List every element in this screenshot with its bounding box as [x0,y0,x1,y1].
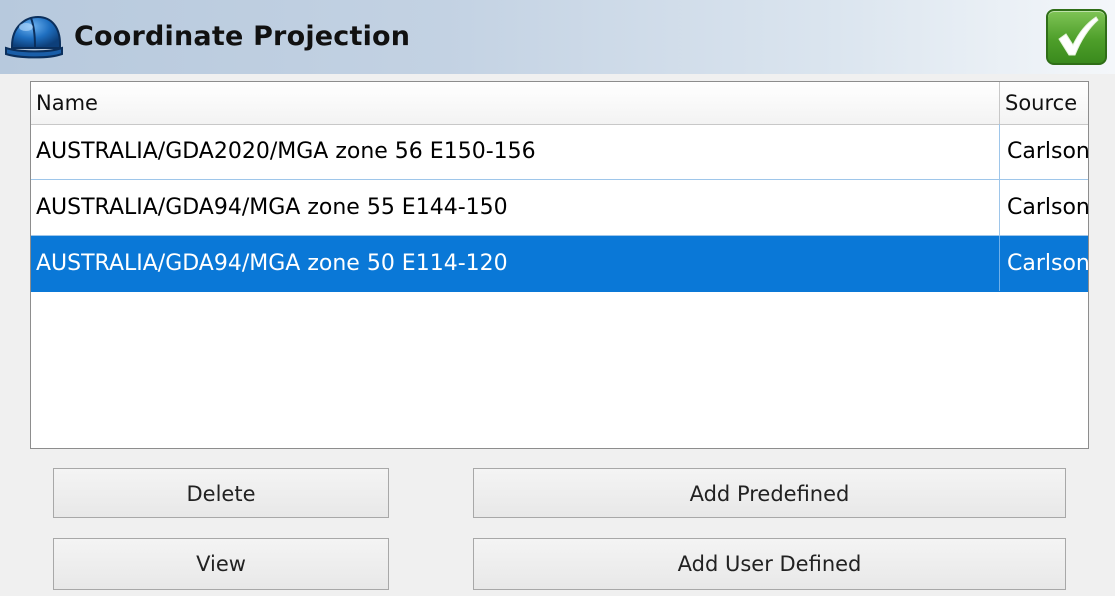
window-title: Coordinate Projection [74,21,411,52]
cell-source: Carlson [999,124,1088,179]
cell-source: Carlson [999,236,1088,291]
checkmark-icon [1058,16,1099,56]
cell-name: AUSTRALIA/GDA94/MGA zone 50 E114-120 [36,251,508,276]
column-header-source[interactable]: Source [999,82,1088,124]
view-button[interactable]: View [53,538,389,590]
title-bar: Coordinate Projection [0,0,1115,74]
column-header-name[interactable]: Name [31,82,999,124]
table-row[interactable]: AUSTRALIA/GDA2020/MGA zone 56 E150-156 C… [31,124,1088,180]
hard-hat-icon [4,14,64,60]
confirm-button[interactable] [1046,9,1107,65]
delete-button[interactable]: Delete [53,468,389,518]
add-user-defined-button[interactable]: Add User Defined [473,538,1066,590]
add-predefined-button[interactable]: Add Predefined [473,468,1066,518]
cell-name: AUSTRALIA/GDA2020/MGA zone 56 E150-156 [36,139,536,164]
cell-source: Carlson [999,180,1088,235]
cell-name: AUSTRALIA/GDA94/MGA zone 55 E144-150 [36,195,508,220]
table-header: Name Source [31,82,1088,125]
table-row-selected[interactable]: AUSTRALIA/GDA94/MGA zone 50 E114-120 Car… [31,236,1088,292]
projection-table: Name Source AUSTRALIA/GDA2020/MGA zone 5… [30,81,1089,449]
table-row[interactable]: AUSTRALIA/GDA94/MGA zone 55 E144-150 Car… [31,180,1088,236]
coordinate-projection-window: Coordinate Projection Name Source AUSTRA… [0,0,1115,596]
